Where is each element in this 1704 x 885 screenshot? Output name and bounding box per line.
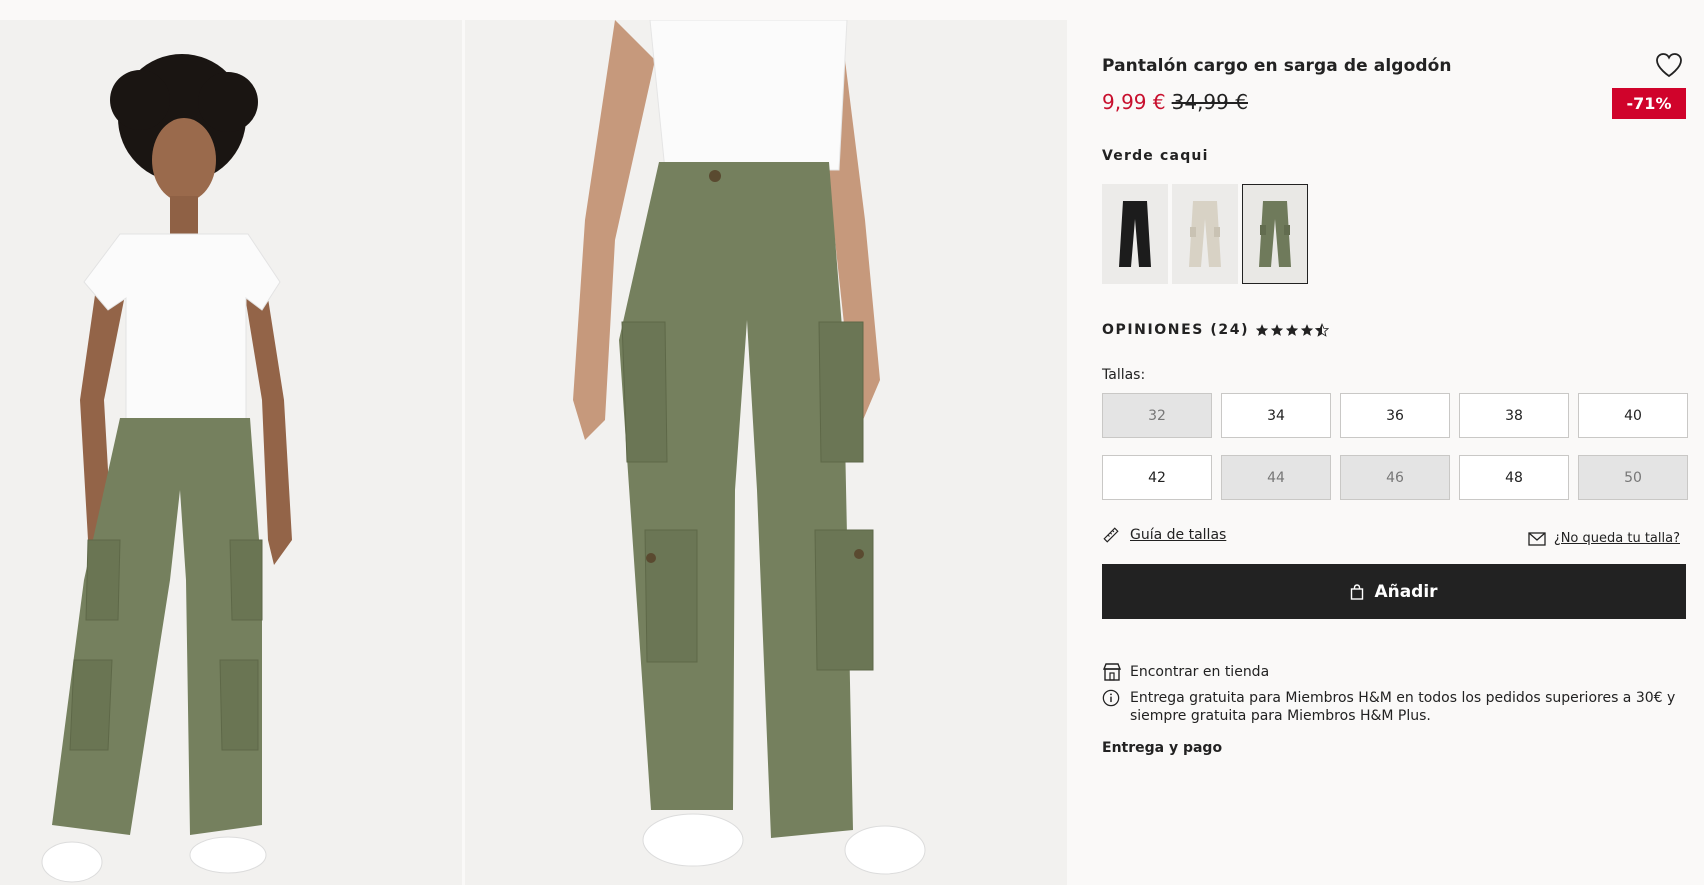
pants-thumbnail-black — [1119, 201, 1151, 267]
envelope-icon — [1528, 531, 1546, 546]
star-full-icon — [1286, 324, 1299, 336]
star-full-icon — [1301, 324, 1314, 336]
size-option[interactable]: 40 — [1578, 393, 1688, 438]
size-option[interactable]: 50 — [1578, 455, 1688, 500]
swatch-black[interactable] — [1102, 184, 1168, 284]
find-in-store-label: Encontrar en tienda — [1130, 664, 1270, 680]
size-option[interactable]: 46 — [1340, 455, 1450, 500]
size-option[interactable]: 36 — [1340, 393, 1450, 438]
add-to-bag-label: Añadir — [1374, 581, 1438, 602]
size-option[interactable]: 32 — [1102, 393, 1212, 438]
product-info-panel: Pantalón cargo en sarga de algodón 9,99 … — [1102, 0, 1688, 885]
size-guide-link[interactable]: Guía de tallas — [1102, 526, 1226, 544]
delivery-info-text: Entrega gratuita para Miembros H&M en to… — [1130, 690, 1676, 724]
size-notify-label: ¿No queda tu talla? — [1553, 531, 1680, 546]
pants-thumbnail-khaki — [1259, 201, 1291, 267]
rating-stars — [1255, 323, 1330, 337]
size-guide-label: Guía de tallas — [1130, 527, 1227, 543]
size-option[interactable]: 42 — [1102, 455, 1212, 500]
heart-outline-icon — [1656, 53, 1682, 78]
color-swatches — [1102, 184, 1308, 284]
original-price: 34,99 € — [1171, 90, 1248, 114]
product-page: Pantalón cargo en sarga de algodón 9,99 … — [0, 0, 1704, 885]
ruler-icon — [1103, 527, 1119, 543]
model-full-illustration — [0, 20, 462, 885]
price-row: 9,99 € 34,99 € — [1102, 90, 1248, 114]
size-option[interactable]: 38 — [1459, 393, 1569, 438]
product-title: Pantalón cargo en sarga de algodón — [1102, 56, 1452, 76]
store-icon — [1102, 663, 1122, 681]
shopping-bag-icon — [1351, 583, 1364, 600]
swatch-khaki-selected[interactable] — [1242, 184, 1308, 284]
size-option[interactable]: 48 — [1459, 455, 1569, 500]
info-icon — [1102, 689, 1122, 725]
delivery-info: Entrega gratuita para Miembros H&M en to… — [1102, 689, 1686, 725]
star-full-icon — [1271, 324, 1284, 336]
reviews-label: OPINIONES (24) — [1102, 322, 1250, 338]
sizes-label: Tallas: — [1102, 367, 1146, 383]
size-grid: 32 34 36 38 40 42 44 46 48 50 — [1102, 393, 1688, 500]
swatch-beige[interactable] — [1172, 184, 1238, 284]
star-half-icon — [1315, 323, 1330, 337]
selected-color-name: Verde caqui — [1102, 148, 1209, 164]
wishlist-button[interactable] — [1652, 48, 1686, 82]
size-option[interactable]: 44 — [1221, 455, 1331, 500]
size-notify-link[interactable]: ¿No queda tu talla? — [1528, 531, 1680, 546]
star-full-icon — [1256, 324, 1269, 336]
pants-thumbnail-beige — [1189, 201, 1221, 267]
delivery-payment-link[interactable]: Entrega y pago — [1102, 740, 1222, 756]
size-option[interactable]: 34 — [1221, 393, 1331, 438]
product-photo-model-closeup[interactable] — [465, 20, 1067, 885]
find-in-store-link[interactable]: Encontrar en tienda — [1102, 662, 1269, 682]
model-closeup-illustration — [465, 20, 1067, 885]
add-to-bag-button[interactable]: Añadir — [1102, 564, 1686, 619]
product-photo-model-full[interactable] — [0, 20, 462, 885]
reviews-link[interactable]: OPINIONES (24) — [1102, 322, 1330, 338]
discount-badge: -71% — [1612, 88, 1686, 119]
sale-price: 9,99 € — [1102, 90, 1166, 114]
